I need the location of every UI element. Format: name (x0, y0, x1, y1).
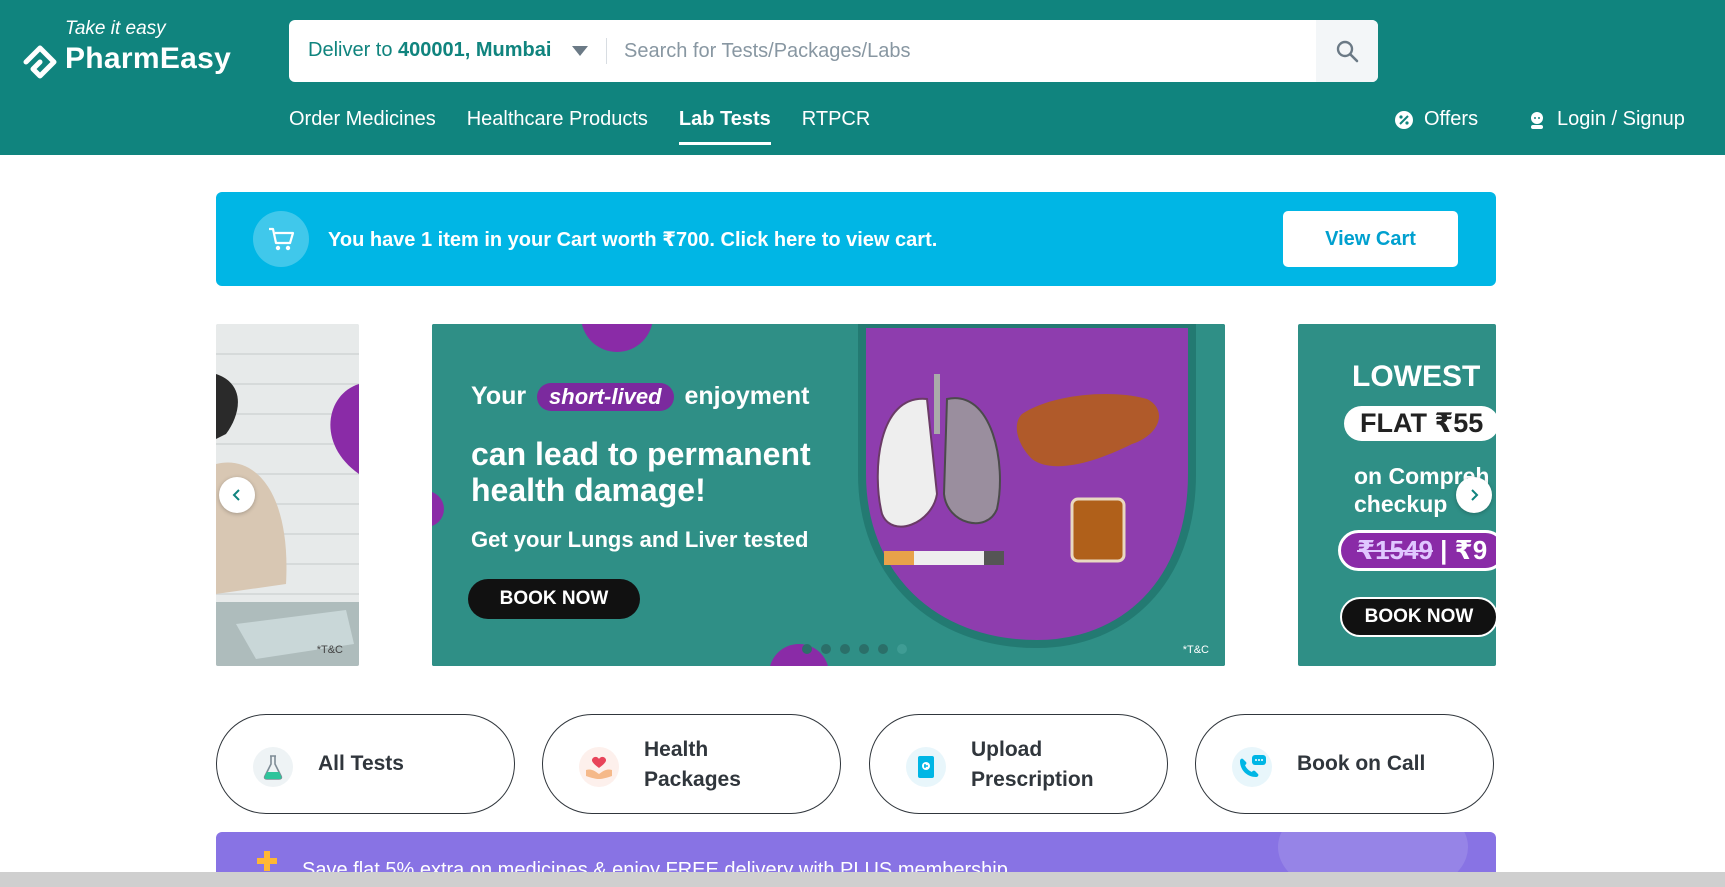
slide-active-line1: Your short-lived enjoyment (471, 382, 810, 411)
view-cart-button[interactable]: View Cart (1283, 211, 1458, 267)
caret-down-icon[interactable] (572, 46, 588, 56)
plus-icon (257, 851, 277, 871)
quick-link-label: All Tests (318, 752, 404, 775)
slide-active-highlight: short-lived (537, 383, 674, 411)
heart-hand-icon (579, 747, 619, 787)
prescription-icon (906, 747, 946, 787)
search-bar: Deliver to 400001, Mumbai (289, 20, 1378, 82)
logo-brand: PharmEasy (65, 42, 232, 75)
chevron-left-icon (232, 489, 240, 501)
search-divider (606, 38, 607, 64)
logo-tagline: Take it easy (65, 18, 166, 39)
slide-active-headline: can lead to permanent health damage! (471, 436, 811, 508)
user-icon (1531, 111, 1543, 129)
cart-banner[interactable]: You have 1 item in your Cart worth ₹700.… (216, 192, 1496, 286)
slide-active-tc: *T&C (1182, 644, 1209, 656)
offers-icon (1395, 110, 1413, 129)
slide-next-book-now-button[interactable]: BOOK NOW (1340, 597, 1496, 637)
pharmeasy-logo-icon (23, 45, 57, 79)
slide-active-subline: Get your Lungs and Liver tested (471, 527, 809, 552)
search-icon (1336, 40, 1359, 63)
slide-next-flat: FLAT ₹55 (1344, 406, 1496, 441)
login-signup-label: Login / Signup (1557, 108, 1685, 130)
deliver-location: 400001, Mumbai (398, 39, 552, 61)
carousel-dot[interactable] (802, 644, 812, 654)
carousel-dots (802, 644, 907, 654)
phone-chat-icon (1232, 747, 1272, 787)
deliver-location-selector[interactable]: Deliver to 400001, Mumbai (308, 39, 551, 62)
cart-banner-text: You have 1 item in your Cart worth ₹700.… (328, 229, 938, 251)
carousel-dot[interactable] (897, 644, 907, 654)
slide-next-price: ₹1549 | ₹9 (1338, 530, 1496, 571)
carousel-slide-active[interactable]: Your short-lived enjoyment can lead to p… (432, 324, 1225, 666)
slide-prev-tc: *T&C (316, 644, 343, 656)
quick-link-label: Book on Call (1297, 752, 1426, 775)
quick-link-label: Upload Prescription (971, 738, 1094, 791)
top-header: Take it easy PharmEasy Deliver to 400001… (0, 0, 1725, 155)
quick-link-all-tests[interactable]: All Tests (216, 714, 515, 814)
carousel-dot[interactable] (840, 644, 850, 654)
main-nav: Order Medicines Healthcare Products Lab … (289, 108, 901, 148)
slide-next-lowest: LOWEST (1352, 360, 1481, 393)
login-signup-link[interactable]: Login / Signup (1527, 108, 1685, 131)
chevron-right-icon (1471, 489, 1479, 501)
search-input[interactable] (624, 32, 1264, 70)
carousel-dot[interactable] (859, 644, 869, 654)
nav-lab-tests[interactable]: Lab Tests (678, 108, 771, 148)
offers-label: Offers (1424, 108, 1479, 130)
carousel-dot[interactable] (878, 644, 888, 654)
carousel-dot[interactable] (821, 644, 831, 654)
deliver-prefix: Deliver to (308, 39, 393, 61)
quick-link-book-on-call[interactable]: Book on Call (1195, 714, 1494, 814)
quick-link-health-packages[interactable]: Health Packages (542, 714, 841, 814)
search-button[interactable] (1316, 20, 1378, 82)
carousel-prev-button[interactable] (219, 477, 255, 513)
promo-carousel: *T&C Your short-lived enjoyment can lead… (216, 324, 1496, 666)
nav-rtpcr[interactable]: RTPCR (802, 108, 871, 148)
nav-healthcare-products[interactable]: Healthcare Products (467, 108, 648, 148)
horizontal-scrollbar[interactable] (0, 872, 1725, 887)
quick-link-label: Health Packages (644, 738, 741, 791)
flask-icon (253, 747, 293, 787)
carousel-next-button[interactable] (1456, 477, 1492, 513)
offers-link[interactable]: Offers (1394, 108, 1478, 131)
cart-icon (253, 211, 309, 267)
quick-link-upload-prescription[interactable]: Upload Prescription (869, 714, 1168, 814)
slide-active-book-now-button[interactable]: BOOK NOW (468, 579, 640, 619)
nav-order-medicines[interactable]: Order Medicines (289, 108, 436, 148)
